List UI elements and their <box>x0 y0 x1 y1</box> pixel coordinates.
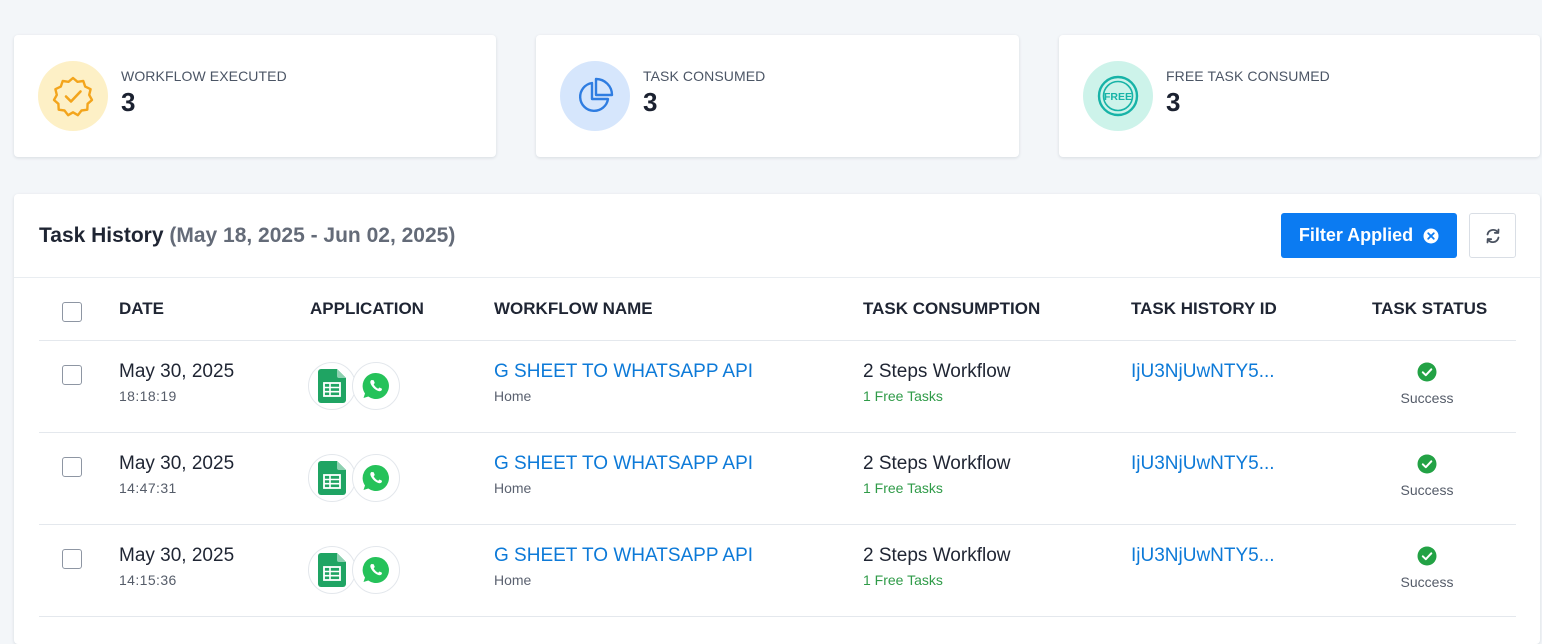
whatsapp-icon <box>352 454 400 502</box>
pie-chart-icon <box>560 61 630 131</box>
select-all-checkbox[interactable] <box>62 302 82 322</box>
stat-value: 3 <box>643 87 658 117</box>
task-consumption: 2 Steps Workflow <box>863 545 1011 566</box>
status-label: Success <box>1400 390 1454 406</box>
row-time: 14:47:31 <box>119 480 177 496</box>
workflow-name-link[interactable]: G SHEET TO WHATSAPP API <box>494 545 753 567</box>
task-history-panel: Task History (May 18, 2025 - Jun 02, 202… <box>14 194 1540 644</box>
stat-value: 3 <box>1166 87 1181 117</box>
google-sheets-icon <box>308 454 356 502</box>
stat-card-free-task-consumed: FREE FREE TASK CONSUMED 3 <box>1059 35 1540 157</box>
workflow-folder: Home <box>494 572 532 588</box>
workflow-name-link[interactable]: G SHEET TO WHATSAPP API <box>494 453 753 475</box>
column-header-workflow-name[interactable]: WORKFLOW NAME <box>494 299 653 319</box>
divider <box>39 340 1516 341</box>
divider <box>39 432 1516 433</box>
free-tasks-count: 1 Free Tasks <box>863 388 943 404</box>
row-checkbox[interactable] <box>62 549 82 569</box>
workflow-name-link[interactable]: G SHEET TO WHATSAPP API <box>494 361 753 383</box>
column-header-task-history-id[interactable]: TASK HISTORY ID <box>1131 299 1277 319</box>
row-checkbox[interactable] <box>62 365 82 385</box>
google-sheets-icon <box>308 362 356 410</box>
free-tasks-count: 1 Free Tasks <box>863 572 943 588</box>
filter-applied-label: Filter Applied <box>1298 225 1414 245</box>
divider <box>39 616 1516 617</box>
task-history-id-link[interactable]: IjU3NjUwNTY5... <box>1131 545 1275 567</box>
date-range: (May 18, 2025 - Jun 02, 2025) <box>169 224 456 247</box>
clear-filter-icon[interactable] <box>1423 228 1439 244</box>
row-date: May 30, 2025 <box>119 453 235 474</box>
refresh-button[interactable] <box>1469 213 1516 258</box>
filter-applied-button[interactable]: Filter Applied <box>1281 213 1457 258</box>
status-label: Success <box>1400 482 1454 498</box>
row-time: 18:18:19 <box>119 388 177 404</box>
workflow-folder: Home <box>494 480 532 496</box>
divider <box>39 524 1516 525</box>
panel-header: Task History (May 18, 2025 - Jun 02, 202… <box>14 194 1540 278</box>
stats-row: WORKFLOW EXECUTED 3 TASK CONSUMED 3 FREE… <box>14 35 1540 157</box>
task-consumption: 2 Steps Workflow <box>863 453 1011 474</box>
google-sheets-icon <box>308 546 356 594</box>
free-tasks-count: 1 Free Tasks <box>863 480 943 496</box>
free-badge-icon: FREE <box>1083 61 1153 131</box>
stat-label: FREE TASK CONSUMED <box>1166 68 1330 84</box>
task-history-id-link[interactable]: IjU3NjUwNTY5... <box>1131 453 1275 475</box>
stat-label: TASK CONSUMED <box>643 68 766 84</box>
row-date: May 30, 2025 <box>119 545 235 566</box>
column-header-application[interactable]: APPLICATION <box>310 299 424 319</box>
success-check-icon <box>1417 546 1437 566</box>
status-label: Success <box>1400 574 1454 590</box>
whatsapp-icon <box>352 546 400 594</box>
whatsapp-icon <box>352 362 400 410</box>
task-consumption: 2 Steps Workflow <box>863 361 1011 382</box>
stat-card-task-consumed: TASK CONSUMED 3 <box>536 35 1019 157</box>
stat-label: WORKFLOW EXECUTED <box>121 68 287 84</box>
column-header-task-consumption[interactable]: TASK CONSUMPTION <box>863 299 1040 319</box>
task-history-id-link[interactable]: IjU3NjUwNTY5... <box>1131 361 1275 383</box>
svg-text:FREE: FREE <box>1104 91 1132 103</box>
stat-card-workflow-executed: WORKFLOW EXECUTED 3 <box>14 35 496 157</box>
success-check-icon <box>1417 454 1437 474</box>
workflow-folder: Home <box>494 388 532 404</box>
refresh-icon <box>1486 228 1499 243</box>
success-check-icon <box>1417 362 1437 382</box>
page-title: Task History (May 18, 2025 - Jun 02, 202… <box>39 224 455 248</box>
row-date: May 30, 2025 <box>119 361 235 382</box>
stat-value: 3 <box>121 87 136 117</box>
verified-badge-icon <box>38 61 108 131</box>
row-checkbox[interactable] <box>62 457 82 477</box>
row-time: 14:15:36 <box>119 572 177 588</box>
panel-title-text: Task History <box>39 224 164 247</box>
column-header-date[interactable]: DATE <box>119 299 164 319</box>
column-header-task-status[interactable]: TASK STATUS <box>1372 299 1487 319</box>
